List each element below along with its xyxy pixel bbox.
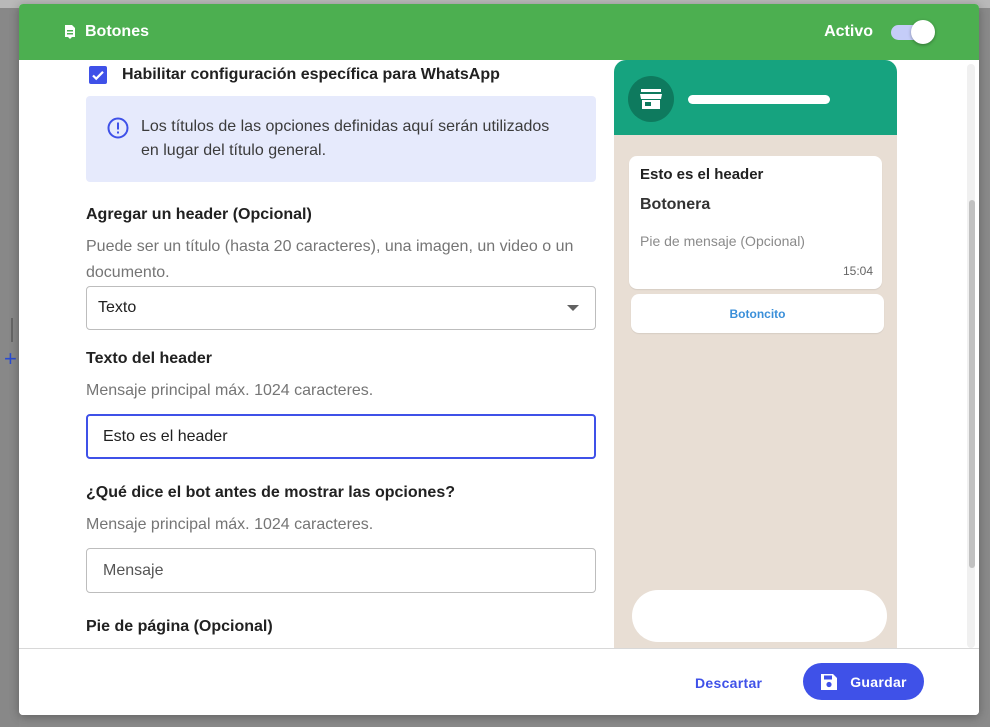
header-text-input[interactable]: Esto es el header — [86, 414, 596, 459]
modal-content: Habilitar configuración específica para … — [19, 60, 979, 648]
bot-message-input[interactable]: Mensaje — [86, 548, 596, 593]
bubble-header: Esto es el header — [640, 166, 764, 183]
header-text-hint: Mensaje principal máx. 1024 caracteres. — [86, 382, 374, 399]
save-button-label: Guardar — [850, 673, 907, 690]
whatsapp-checkbox-row[interactable]: Habilitar configuración específica para … — [89, 66, 500, 84]
contact-name-placeholder — [688, 95, 830, 104]
active-toggle[interactable] — [889, 19, 935, 45]
store-icon — [640, 89, 662, 109]
bot-message-label: ¿Qué dice el bot antes de mostrar las op… — [86, 484, 455, 501]
check-icon — [92, 71, 104, 81]
modal-title: Botones — [85, 23, 149, 40]
toggle-thumb — [911, 20, 935, 44]
header-type-select[interactable]: Texto — [86, 286, 596, 330]
buttons-config-modal: Botones Activo Habilitar configuración e… — [19, 4, 979, 715]
whatsapp-preview: Esto es el header Botonera Pie de mensaj… — [614, 60, 897, 648]
info-text: Los títulos de las opciones definidas aq… — [141, 118, 550, 159]
preview-topbar — [614, 60, 897, 135]
chevron-down-icon — [567, 305, 579, 311]
floppy-disk-icon — [821, 673, 838, 690]
bot-message-hint: Mensaje principal máx. 1024 caracteres. — [86, 516, 374, 533]
preview-input-bar — [632, 590, 887, 642]
header-text-label: Texto del header — [86, 350, 212, 367]
bubble-body: Botonera — [640, 196, 711, 213]
modal-header: Botones Activo — [19, 4, 979, 60]
footer-section-label: Pie de página (Opcional) — [86, 618, 273, 635]
header-section-hint: Puede ser un título (hasta 20 caracteres… — [86, 238, 574, 281]
whatsapp-checkbox[interactable] — [89, 66, 107, 84]
header-type-value: Texto — [98, 299, 137, 316]
scrollbar-thumb[interactable] — [969, 200, 975, 568]
document-icon — [63, 24, 77, 40]
header-section-label: Agregar un header (Opcional) — [86, 206, 312, 223]
save-button[interactable]: Guardar — [803, 663, 924, 700]
background-add-icon: + — [4, 346, 17, 371]
discard-button[interactable]: Descartar — [695, 649, 762, 715]
whatsapp-checkbox-label: Habilitar configuración específica para … — [122, 66, 500, 83]
info-banner: Los títulos de las opciones definidas aq… — [86, 96, 596, 182]
store-avatar — [628, 76, 674, 122]
bot-message-placeholder: Mensaje — [103, 561, 164, 579]
modal-footer: Descartar Guardar — [19, 648, 979, 715]
active-label: Activo — [824, 23, 873, 40]
background-connector — [11, 318, 13, 342]
bubble-time: 15:04 — [842, 264, 873, 278]
message-bubble: Esto es el header Botonera Pie de mensaj… — [629, 156, 882, 289]
header-text-value: Esto es el header — [103, 427, 228, 445]
preview-option-button: Botoncito — [631, 294, 884, 333]
bubble-footer: Pie de mensaje (Opcional) — [640, 233, 805, 249]
info-icon — [107, 117, 129, 139]
